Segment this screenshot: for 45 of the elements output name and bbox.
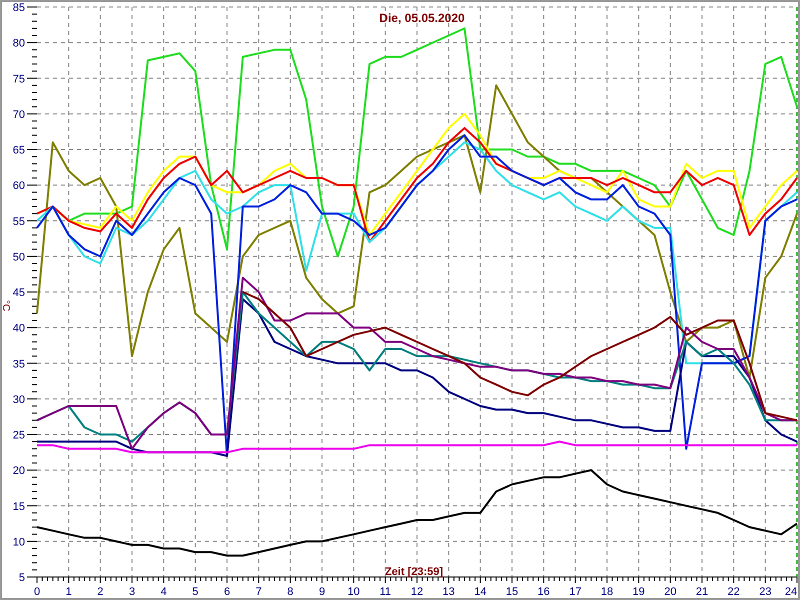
axis-tick-label: 6 bbox=[224, 586, 230, 598]
axis-tick-label: 24 bbox=[784, 586, 798, 598]
axis-tick-label: 30 bbox=[12, 394, 25, 406]
chart-title: Die, 05.05.2020 bbox=[379, 11, 465, 25]
axis-tick-label: 14 bbox=[474, 586, 486, 598]
axis-tick-label: 19 bbox=[632, 586, 645, 598]
axis-tick-label: 18 bbox=[600, 586, 614, 598]
axis-tick-label: 0 bbox=[34, 586, 40, 598]
axis-tick-label: 40 bbox=[12, 322, 25, 335]
axis-tick-label: 15 bbox=[506, 586, 518, 598]
axis-tick-label: 23 bbox=[759, 586, 772, 598]
axis-tick-label: 11 bbox=[380, 586, 392, 598]
axis-tick-label: 50 bbox=[12, 251, 25, 264]
axis-tick-label: 5 bbox=[18, 572, 25, 584]
axis-tick-label: 21 bbox=[696, 586, 708, 598]
axis-tick-label: 70 bbox=[12, 108, 25, 121]
axis-tick-label: 65 bbox=[12, 144, 25, 156]
axis-tick-label: 9 bbox=[318, 586, 326, 598]
axis-tick-label: 22 bbox=[728, 586, 740, 598]
axis-tick-label: 10 bbox=[348, 586, 360, 598]
axis-tick-label: 8 bbox=[287, 586, 294, 598]
axis-tick-label: 12 bbox=[410, 586, 424, 598]
axis-tick-label: 55 bbox=[12, 216, 25, 228]
axis-tick-label: 20 bbox=[664, 586, 676, 598]
axis-tick-label: 45 bbox=[12, 287, 25, 299]
axis-tick-label: 10 bbox=[12, 536, 25, 548]
axis-tick-label: 13 bbox=[442, 586, 455, 598]
axis-tick-label: 4 bbox=[160, 586, 167, 598]
axis-tick-label: 15 bbox=[12, 500, 25, 513]
axis-tick-label: 17 bbox=[569, 586, 582, 598]
axis-tick-label: 2 bbox=[97, 586, 104, 598]
axis-tick-label: 1 bbox=[66, 586, 72, 598]
axis-tick-label: 20 bbox=[12, 465, 25, 478]
axis-tick-label: 60 bbox=[12, 180, 25, 192]
axis-tick-label: 5 bbox=[192, 586, 198, 598]
axis-tick-label: 35 bbox=[12, 358, 25, 370]
x-axis-title: Zeit [23:59] bbox=[384, 566, 444, 578]
axis-tick-label: 80 bbox=[12, 38, 25, 50]
axis-tick-label: 25 bbox=[12, 430, 25, 442]
axis-tick-label: 7 bbox=[256, 586, 262, 598]
axis-tick-label: 16 bbox=[538, 586, 550, 598]
axis-tick-label: 85 bbox=[12, 2, 25, 14]
y-axis-title: °C bbox=[2, 300, 11, 312]
axis-tick-label: 75 bbox=[12, 73, 25, 86]
axis-tick-label: 3 bbox=[128, 586, 136, 598]
